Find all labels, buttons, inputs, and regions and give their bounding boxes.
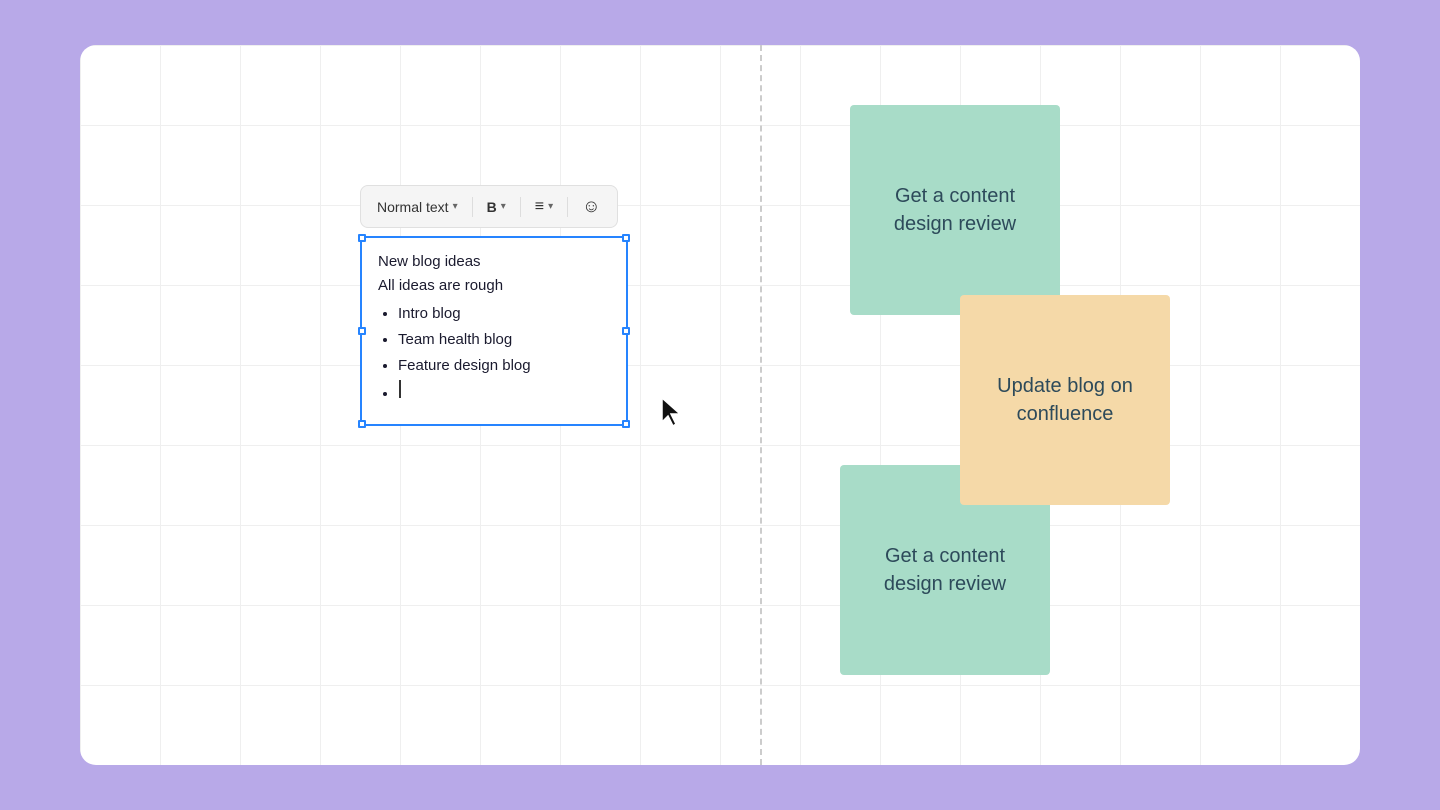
handle-top-left xyxy=(358,234,366,242)
sticky-note-2-text: Update blog on confluence xyxy=(980,372,1150,428)
editor-line-1: New blog ideas xyxy=(378,250,610,274)
editor-bullet-1: Intro blog xyxy=(398,302,610,326)
emoji-button[interactable]: ☺ xyxy=(574,192,608,221)
editor-bullet-4 xyxy=(398,380,610,398)
bold-label: B xyxy=(487,199,497,215)
bold-chevron: ▾ xyxy=(501,201,506,212)
bold-dropdown[interactable]: B ▾ xyxy=(479,195,514,219)
sticky-note-2[interactable]: Update blog on confluence xyxy=(960,295,1170,505)
editor-bullet-3: Feature design blog xyxy=(398,354,610,378)
editor-list: Intro blog Team health blog Feature desi… xyxy=(378,302,610,398)
canvas: Normal text ▾ B ▾ ≡ ▾ ☺ xyxy=(80,45,1360,765)
text-editor-wrapper: Normal text ▾ B ▾ ≡ ▾ ☺ xyxy=(360,185,628,426)
list-icon: ≡ xyxy=(535,198,544,216)
cursor-line xyxy=(398,380,610,398)
text-style-dropdown[interactable]: Normal text ▾ xyxy=(369,195,466,219)
handle-middle-left xyxy=(358,327,366,335)
editor-bullet-2: Team health blog xyxy=(398,328,610,352)
text-editor[interactable]: New blog ideas All ideas are rough Intro… xyxy=(360,236,628,426)
editor-line-2: All ideas are rough xyxy=(378,274,610,298)
text-style-chevron: ▾ xyxy=(453,201,458,212)
list-dropdown[interactable]: ≡ ▾ xyxy=(527,194,561,220)
list-chevron: ▾ xyxy=(548,201,553,212)
text-cursor xyxy=(399,380,401,398)
sticky-note-3-text: Get a content design review xyxy=(860,542,1030,598)
emoji-icon: ☺ xyxy=(582,196,600,217)
handle-bottom-right xyxy=(622,420,630,428)
canvas-divider xyxy=(760,45,762,765)
editor-content: New blog ideas All ideas are rough Intro… xyxy=(378,250,610,398)
handle-middle-right xyxy=(622,327,630,335)
toolbar-divider-3 xyxy=(567,197,568,217)
sticky-note-1[interactable]: Get a content design review xyxy=(850,105,1060,315)
sticky-note-1-text: Get a content design review xyxy=(870,182,1040,238)
toolbar-divider-2 xyxy=(520,197,521,217)
text-toolbar: Normal text ▾ B ▾ ≡ ▾ ☺ xyxy=(360,185,618,228)
toolbar-divider-1 xyxy=(472,197,473,217)
handle-bottom-left xyxy=(358,420,366,428)
handle-top-right xyxy=(622,234,630,242)
text-style-label: Normal text xyxy=(377,199,449,215)
